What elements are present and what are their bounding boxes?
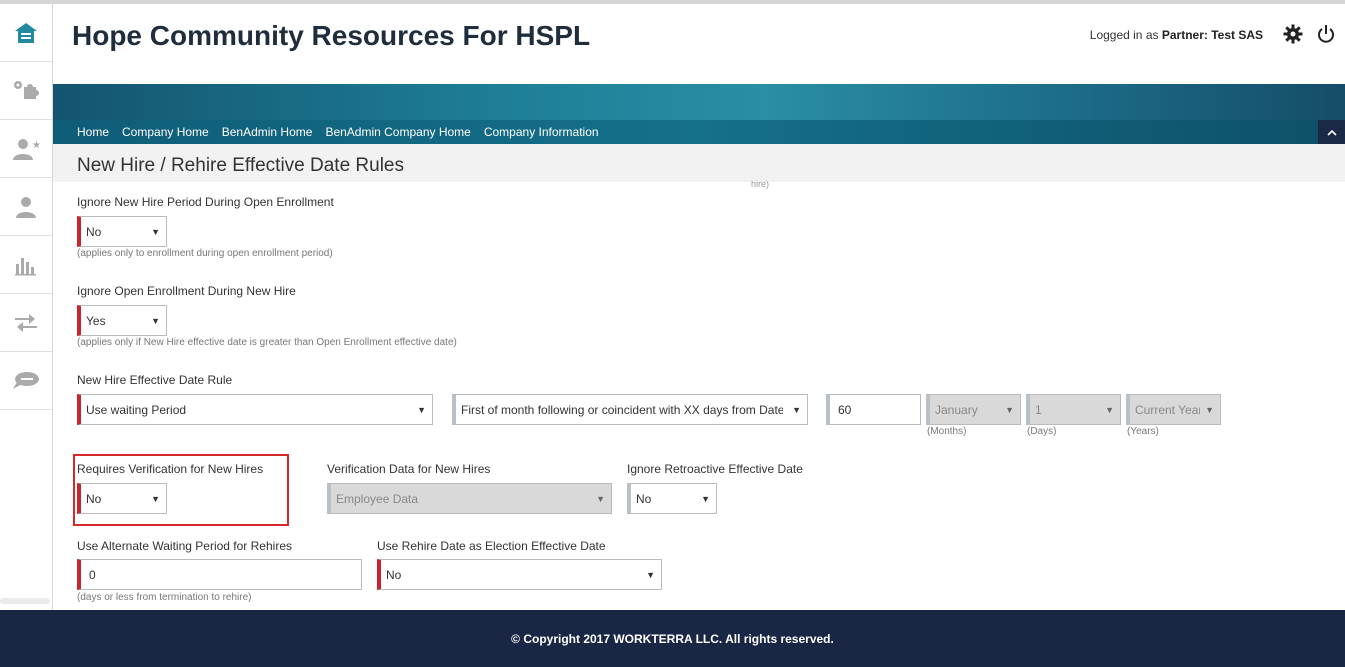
nav-benadmin-home[interactable]: BenAdmin Home [222, 125, 313, 139]
dropdown-arrow-icon: ▼ [1205, 405, 1214, 415]
nav-company-information[interactable]: Company Information [484, 125, 599, 139]
sidebar-item-admin-users[interactable]: ★ [0, 120, 52, 178]
nh-days-select-value: 1 [1035, 402, 1042, 417]
user-icon [16, 196, 36, 218]
verify-nh-select[interactable]: No ▼ [77, 483, 167, 514]
login-prefix: Logged in as [1089, 28, 1159, 42]
ignore-oe-nh-label: Ignore Open Enrollment During New Hire [77, 284, 296, 298]
nh-rule-select[interactable]: Use waiting Period ▼ [77, 394, 433, 425]
sidebar-item-plans[interactable] [0, 62, 52, 120]
sidebar-item-messages[interactable] [0, 352, 52, 410]
form-content: hire) Ignore New Hire Period During Open… [53, 179, 1345, 610]
ignore-oe-nh-value: Yes [86, 313, 106, 328]
verify-nh-value: No [86, 491, 102, 506]
nh-days-input[interactable]: 60 [826, 394, 921, 425]
alt-wait-hint: (days or less from termination to rehire… [77, 592, 252, 603]
alt-wait-input[interactable]: 0 [77, 559, 362, 590]
verify-data-label: Verification Data for New Hires [327, 462, 491, 476]
ignore-retro-value: No [636, 491, 652, 506]
header-banner [53, 84, 1345, 120]
dropdown-arrow-icon: ▼ [792, 405, 801, 415]
dropdown-arrow-icon: ▼ [646, 570, 655, 580]
dropdown-arrow-icon: ▼ [151, 494, 160, 504]
nh-rule-type-select[interactable]: First of month following or coincident w… [452, 394, 808, 425]
dropdown-arrow-icon: ▼ [1105, 405, 1114, 415]
user-star-icon: ★ [13, 138, 40, 160]
cut-off-hint: hire) [751, 179, 770, 189]
logout-power-icon[interactable] [1317, 24, 1335, 49]
months-hint: (Months) [927, 426, 967, 437]
sidebar-item-transfer[interactable] [0, 294, 52, 352]
collapse-header-button[interactable] [1318, 120, 1345, 144]
footer: © Copyright 2017 WORKTERRA LLC. All righ… [0, 610, 1345, 667]
nav-company-home[interactable]: Company Home [122, 125, 209, 139]
ignore-nh-oe-select[interactable]: No ▼ [77, 216, 167, 247]
sidebar-item-reports[interactable] [0, 236, 52, 294]
nh-months-select[interactable]: January ▼ [926, 394, 1021, 425]
top-nav: Home Company Home BenAdmin Home BenAdmin… [53, 120, 1345, 144]
dropdown-arrow-icon: ▼ [596, 494, 605, 504]
verify-data-select[interactable]: Employee Data ▼ [327, 483, 612, 514]
svg-text:★: ★ [32, 140, 40, 151]
nav-home[interactable]: Home [77, 125, 109, 139]
dropdown-arrow-icon: ▼ [151, 316, 160, 326]
nh-years-select[interactable]: Current Year ▼ [1126, 394, 1221, 425]
nh-rule-value: Use waiting Period [86, 402, 187, 417]
chat-bubble-icon [13, 371, 39, 389]
chevron-up-icon [1326, 129, 1337, 136]
transfer-arrows-icon [15, 313, 37, 332]
sidebar: ★ [0, 4, 53, 610]
page-title: New Hire / Rehire Effective Date Rules [77, 155, 404, 176]
ignore-nh-oe-hint: (applies only to enrollment during open … [77, 248, 333, 259]
sidebar-scrollbar[interactable] [0, 598, 50, 604]
nh-rule-type-value: First of month following or coincident w… [461, 402, 783, 417]
nav-benadmin-company-home[interactable]: BenAdmin Company Home [325, 125, 470, 139]
verify-nh-label: Requires Verification for New Hires [77, 462, 264, 476]
login-role: Partner: [1161, 28, 1208, 42]
page-title-bar: New Hire / Rehire Effective Date Rules [53, 144, 1345, 182]
ignore-retro-label: Ignore Retroactive Effective Date [627, 462, 803, 476]
days-hint: (Days) [1027, 426, 1057, 437]
ignore-oe-nh-hint: (applies only if New Hire effective date… [77, 337, 457, 348]
nh-months-value: January [935, 402, 978, 417]
nh-days-select[interactable]: 1 ▼ [1026, 394, 1121, 425]
ignore-retro-select[interactable]: No ▼ [627, 483, 717, 514]
home-icon [15, 22, 37, 43]
ignore-nh-oe-value: No [86, 224, 102, 239]
nh-rule-label: New Hire Effective Date Rule [77, 373, 233, 387]
dropdown-arrow-icon: ▼ [417, 405, 426, 415]
alt-wait-value: 0 [89, 567, 96, 582]
sidebar-item-home[interactable] [0, 4, 52, 62]
header: Hope Community Resources For HSPL Logged… [53, 4, 1345, 84]
nh-days-value: 60 [838, 402, 852, 417]
rehire-date-value: No [386, 567, 402, 582]
rehire-date-label: Use Rehire Date as Election Effective Da… [377, 539, 606, 553]
alt-wait-label: Use Alternate Waiting Period for Rehires [77, 539, 292, 553]
settings-gear-icon[interactable] [1283, 24, 1303, 49]
dropdown-arrow-icon: ▼ [1005, 405, 1014, 415]
rehire-date-select[interactable]: No ▼ [377, 559, 662, 590]
verify-data-value: Employee Data [336, 491, 419, 506]
bar-chart-icon [15, 257, 36, 275]
dropdown-arrow-icon: ▼ [151, 227, 160, 237]
years-hint: (Years) [1127, 426, 1159, 437]
nh-years-value: Current Year [1135, 402, 1200, 417]
puzzle-icon [14, 80, 39, 99]
login-user: Test SAS [1211, 28, 1263, 42]
copyright-text: © Copyright 2017 WORKTERRA LLC. All righ… [511, 631, 834, 646]
sidebar-item-employees[interactable] [0, 178, 52, 236]
app-title: Hope Community Resources For HSPL [72, 20, 591, 51]
login-info: Logged in as Partner: Test SAS [1090, 28, 1263, 42]
ignore-nh-oe-label: Ignore New Hire Period During Open Enrol… [77, 195, 334, 209]
ignore-oe-nh-select[interactable]: Yes ▼ [77, 305, 167, 336]
dropdown-arrow-icon: ▼ [701, 494, 710, 504]
